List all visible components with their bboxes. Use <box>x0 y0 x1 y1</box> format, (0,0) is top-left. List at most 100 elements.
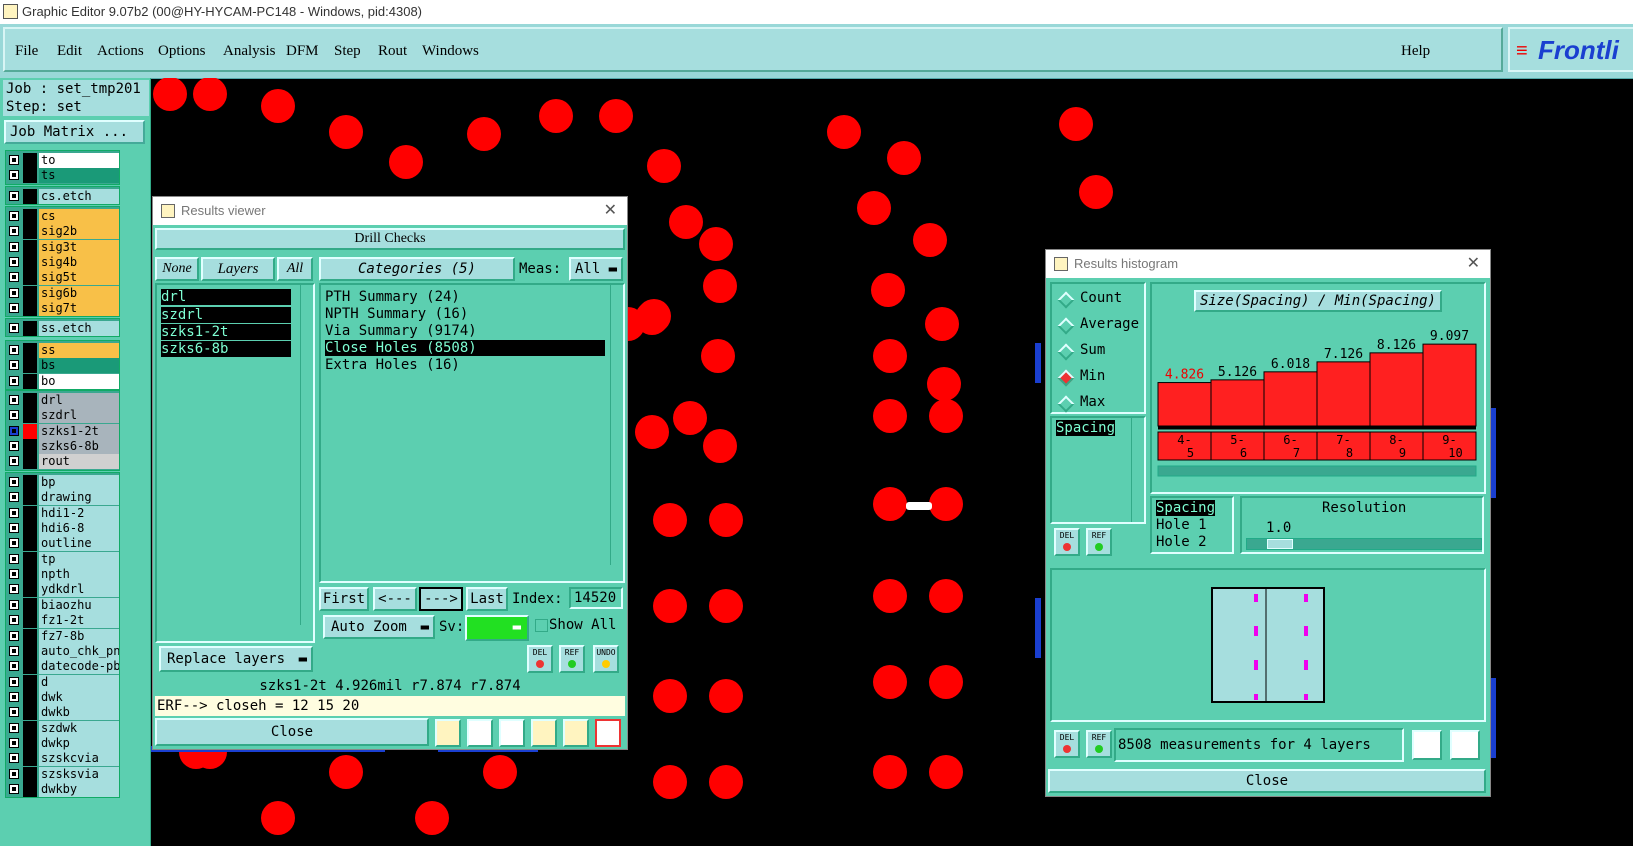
layer-swatch[interactable] <box>23 270 37 286</box>
layer-name[interactable]: drl <box>39 393 119 408</box>
layer-swatch[interactable] <box>23 343 37 358</box>
layer-row[interactable]: sig3t <box>6 239 119 255</box>
measure-list[interactable]: Spacing <box>1050 416 1146 524</box>
layer-name[interactable]: auto_chk_pni <box>39 643 119 659</box>
layer-row[interactable]: bs <box>6 358 119 374</box>
layer-checkbox[interactable] <box>9 722 19 733</box>
layer-row[interactable]: outline <box>6 536 119 552</box>
histogram-bar[interactable] <box>1422 343 1477 427</box>
layer-checkbox[interactable] <box>9 768 19 779</box>
layer-name[interactable]: rout <box>39 454 119 470</box>
layer-checkbox[interactable] <box>9 584 19 595</box>
layer-swatch[interactable] <box>23 720 37 736</box>
menu-actions[interactable]: Actions <box>97 43 144 60</box>
layer-swatch[interactable] <box>23 505 37 521</box>
ref-button[interactable]: REF <box>1086 528 1112 556</box>
show-all-checkbox[interactable] <box>535 619 548 632</box>
layer-swatch[interactable] <box>23 239 37 255</box>
layer-name[interactable]: fz1-2t <box>39 613 119 629</box>
layer-checkbox[interactable] <box>9 737 19 748</box>
menu-edit[interactable]: Edit <box>57 43 82 60</box>
layer-name[interactable]: datecode-pbe <box>39 659 119 675</box>
ref-button[interactable]: REF <box>1086 730 1112 758</box>
layer-swatch[interactable] <box>23 735 37 751</box>
layer-name[interactable]: d <box>39 674 119 690</box>
all-button[interactable]: All <box>277 257 313 281</box>
layer-name[interactable]: dwkp <box>39 735 119 751</box>
layers-button[interactable]: Layers <box>201 257 275 281</box>
next-button[interactable]: ---> <box>419 587 463 611</box>
sv-color-dropdown[interactable]: ▬ <box>465 615 529 641</box>
layer-name[interactable]: sig3t <box>39 239 119 255</box>
layer-row[interactable]: ss <box>6 343 119 358</box>
layer-name[interactable]: szsksvia <box>39 766 119 782</box>
layer-name[interactable]: hdi1-2 <box>39 505 119 521</box>
layer-swatch[interactable] <box>23 766 37 782</box>
del-button[interactable]: DEL <box>1054 528 1080 556</box>
layer-row[interactable]: cs.etch <box>6 189 119 204</box>
layer-checkbox[interactable] <box>9 784 19 794</box>
layer-checkbox[interactable] <box>9 410 19 421</box>
layer-results-list[interactable]: drl szdrl szks1-2t szks6-8b <box>155 283 315 643</box>
layer-swatch[interactable] <box>23 439 37 455</box>
layer-checkbox[interactable] <box>9 441 19 452</box>
layer-checkbox[interactable] <box>9 211 19 221</box>
results-viewer-close-button[interactable]: Close <box>155 718 429 746</box>
layer-checkbox[interactable] <box>9 538 19 549</box>
histogram-bar[interactable] <box>1263 371 1318 427</box>
layer-name[interactable]: npth <box>39 567 119 583</box>
layer-checkbox[interactable] <box>9 375 19 386</box>
layer-row[interactable]: szsksvia <box>6 766 119 782</box>
layer-name[interactable]: dwkb <box>39 705 119 721</box>
list-item[interactable]: PTH Summary (24) <box>325 289 460 305</box>
layer-swatch[interactable] <box>23 373 37 389</box>
tool-icon-1[interactable] <box>435 719 461 747</box>
layer-name[interactable]: dwk <box>39 689 119 705</box>
layer-swatch[interactable] <box>23 423 37 439</box>
layer-checkbox[interactable] <box>9 303 19 314</box>
layer-checkbox[interactable] <box>9 425 19 436</box>
layer-checkbox[interactable] <box>9 345 19 355</box>
layer-row[interactable]: sig5t <box>6 270 119 286</box>
list-item-selected[interactable]: Spacing <box>1156 500 1216 516</box>
layer-name[interactable]: fz7-8b <box>39 628 119 644</box>
layer-name[interactable]: szks1-2t <box>39 423 119 439</box>
job-matrix-button[interactable]: Job Matrix ... <box>4 120 145 144</box>
drill-checks-header[interactable]: Drill Checks <box>155 228 625 250</box>
menu-dfm[interactable]: DFM <box>286 43 319 60</box>
list-item[interactable]: szks6-8b <box>161 341 291 357</box>
layer-swatch[interactable] <box>23 582 37 598</box>
del-button[interactable]: DEL <box>1054 730 1080 758</box>
histogram-bar[interactable] <box>1210 379 1265 427</box>
layer-checkbox[interactable] <box>9 456 19 467</box>
layer-checkbox[interactable] <box>9 170 19 181</box>
board-preview[interactable] <box>1050 568 1486 722</box>
layer-checkbox[interactable] <box>9 645 19 656</box>
index-input[interactable]: 14520 <box>569 587 623 609</box>
layer-row[interactable]: drawing <box>6 490 119 506</box>
none-button[interactable]: None <box>155 257 199 281</box>
layer-row[interactable]: cs <box>6 209 119 224</box>
layer-row[interactable]: sig7t <box>6 301 119 317</box>
selection-list[interactable]: Spacing Hole 1 Hole 2 <box>1150 496 1234 554</box>
layer-swatch[interactable] <box>23 551 37 567</box>
histogram-icon[interactable] <box>595 719 621 747</box>
chart-title[interactable]: Size(Spacing) / Min(Spacing) <box>1194 290 1442 312</box>
layer-name[interactable]: ydkdrl <box>39 582 119 598</box>
menu-analysis[interactable]: Analysis <box>223 43 276 60</box>
menu-windows[interactable]: Windows <box>422 43 479 60</box>
layer-name[interactable]: hdi6-8 <box>39 521 119 537</box>
layer-row[interactable]: biaozhu <box>6 597 119 613</box>
histogram-bar[interactable] <box>1157 382 1212 427</box>
layer-row[interactable]: tp <box>6 551 119 567</box>
layer-row[interactable]: datecode-pbe <box>6 659 119 675</box>
layer-row[interactable]: hdi1-2 <box>6 505 119 521</box>
radio-sum[interactable] <box>1057 343 1075 361</box>
resolution-slider-handle[interactable] <box>1267 539 1293 549</box>
prev-button[interactable]: <--- <box>373 587 417 611</box>
layer-name[interactable]: sig2b <box>39 224 119 240</box>
ref-button[interactable]: REF <box>559 645 585 673</box>
menu-step[interactable]: Step <box>334 43 361 60</box>
layer-row[interactable]: dwkb <box>6 705 119 721</box>
layer-checkbox[interactable] <box>9 287 19 298</box>
